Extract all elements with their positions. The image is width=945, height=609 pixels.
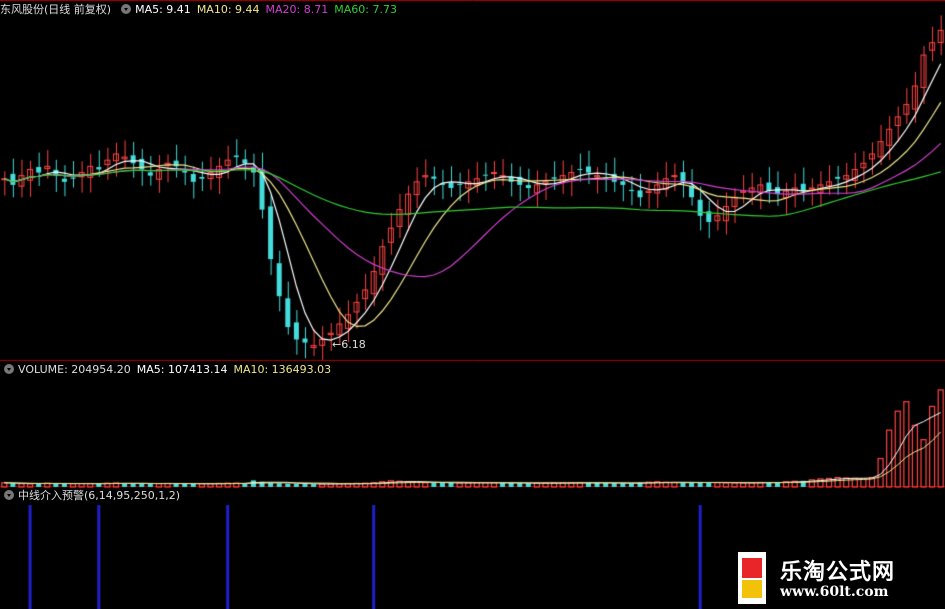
- ma10-label: MA10: 9.44: [196, 2, 260, 16]
- dropdown-icon[interactable]: [4, 490, 14, 500]
- watermark-logo-icon: [738, 552, 766, 604]
- watermark-cn: 乐淘公式网: [780, 560, 896, 585]
- volume-ma5-label: MA5: 107413.14: [136, 362, 228, 376]
- volume-title: VOLUME: 204954.20: [18, 362, 131, 376]
- dropdown-icon[interactable]: [4, 364, 14, 374]
- watermark: 乐淘公式网 www.60lt.com: [738, 552, 940, 606]
- ma20-label: MA20: 8.71: [265, 2, 329, 16]
- watermark-url: www.60lt.com: [780, 584, 889, 600]
- stock-chart-canvas[interactable]: [0, 0, 945, 609]
- indicator-panel-header: 中线介入预警(6,14,95,250,1,2): [0, 487, 186, 503]
- ma60-label: MA60: 7.73: [334, 2, 397, 16]
- price-title: 东风股份(日线 前复权): [0, 3, 112, 16]
- volume-ma10-label: MA10: 136493.03: [233, 362, 332, 376]
- ma5-label: MA5: 9.41: [135, 2, 191, 16]
- indicator-title: 中线介入预警(6,14,95,250,1,2): [18, 489, 181, 502]
- dropdown-icon[interactable]: [121, 4, 132, 14]
- price-low-label: ←6.18: [332, 338, 366, 351]
- price-panel-header: 东风股份(日线 前复权) MA5: 9.41 MA10: 9.44 MA20: …: [0, 1, 403, 17]
- volume-panel-header: VOLUME: 204954.20 MA5: 107413.14 MA10: 1…: [0, 361, 337, 377]
